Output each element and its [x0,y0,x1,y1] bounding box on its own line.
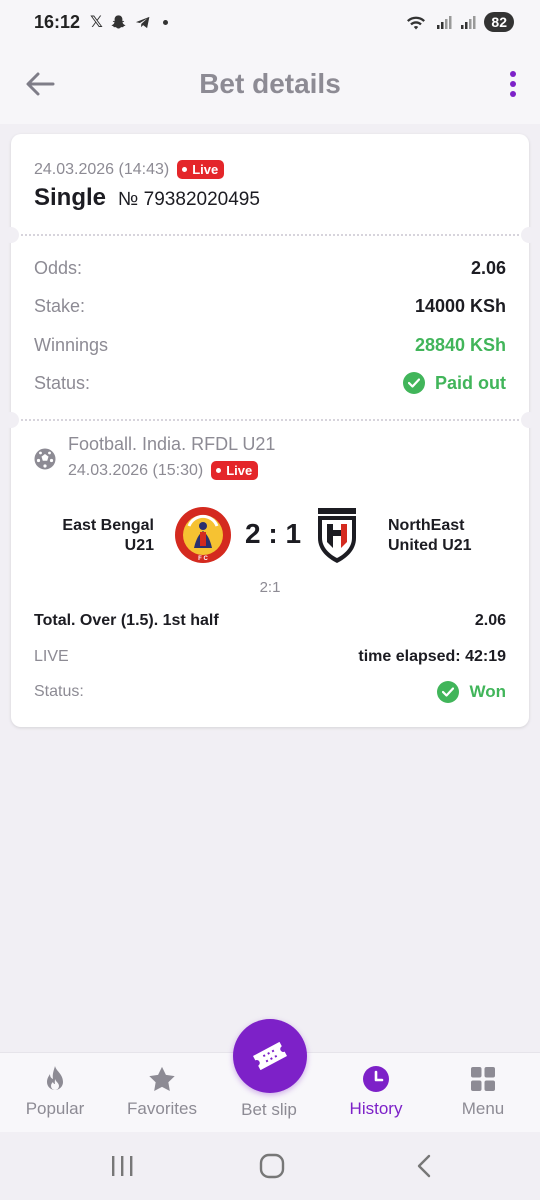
stake-value: 14000 KSh [414,296,506,316]
divider [21,234,519,236]
event-datetime: 24.03.2026 (15:30) [68,461,204,479]
bet-card: 24.03.2026 (14:43) Live Single № 7938202… [3,134,537,727]
signal-1-icon [437,16,452,29]
card-notch [521,227,537,243]
system-back-button[interactable] [404,1150,444,1182]
betslip-button[interactable] [233,1019,307,1093]
odds-value: 2.06 [470,258,506,278]
notification-icons: 𝕏 [90,12,168,32]
page-title: Bet details [199,68,341,99]
status-paid-out: Paid out [403,372,506,394]
event-status-value: Won [469,682,506,701]
nav-menu-label: Menu [461,1099,505,1118]
kebab-dot [510,91,516,97]
halftime-score: 2:1 [259,579,281,596]
ticket-icon [253,1041,287,1071]
card-notch [3,412,19,428]
kebab-dot [510,81,516,87]
match-score: 2 : 1 [244,518,302,549]
event-status-label: Status: [34,683,84,700]
northeast-united-logo-icon [318,508,356,563]
market-odds: 2.06 [474,612,506,629]
bet-number: № 79382020495 [118,189,260,210]
system-navigation-bar [0,1132,540,1200]
winnings-row: Winnings 28840 KSh [34,335,506,356]
nav-menu[interactable]: Menu [433,1065,533,1119]
bet-datetime: 24.03.2026 (14:43) [34,160,170,178]
nav-betslip-label[interactable]: Bet slip [219,1100,319,1120]
home-icon [259,1153,285,1179]
nav-favorites[interactable]: Favorites [112,1065,212,1119]
stake-row: Stake: 14000 KSh [34,296,506,317]
svg-text:F C: F C [198,556,208,562]
check-circle-icon [403,372,425,394]
app-header: Bet details [0,44,540,124]
event-date: 24.03.2026 (15:30) Live [68,461,275,480]
event-header: Football. India. RFDL U21 24.03.2026 (15… [34,434,275,480]
snapchat-icon [111,14,126,29]
status-right: 82 [404,12,514,32]
odds-label: Odds: [34,258,83,278]
stake-label: Stake: [34,296,86,316]
card-notch [3,227,19,243]
more-notifications-dot [162,19,168,25]
status-time: 16:12 [34,11,81,32]
divider [21,419,519,421]
more-options-button[interactable] [506,68,520,100]
nav-history[interactable]: History [326,1065,426,1119]
event-info: Football. India. RFDL U21 24.03.2026 (15… [68,434,275,480]
status-value: Paid out [435,372,506,393]
card-notch [521,412,537,428]
status-bar: 16:12 𝕏 82 [0,0,540,44]
event-status-row: Status: Won [34,681,506,703]
live-dot-icon [216,468,222,473]
odds-row: Odds: 2.06 [34,258,506,279]
signal-2-icon [461,16,476,29]
market-row: Total. Over (1.5). 1st half 2.06 [34,612,506,630]
time-row: LIVE time elapsed: 42:19 [34,648,506,666]
event-league: Football. India. RFDL U21 [68,434,276,454]
soccer-ball-icon [34,448,56,470]
east-bengal-logo-icon: F C [175,507,231,563]
winnings-value: 28840 KSh [414,335,506,355]
live-badge: Live [211,461,259,480]
check-circle-icon [437,681,460,703]
status-row: Status: Paid out [34,372,506,394]
grid-menu-icon [469,1065,497,1093]
nav-history-label: History [349,1099,403,1118]
match-teams: East Bengal U21 F C 2 : 1 NorthEast Unit… [11,504,529,566]
bet-date: 24.03.2026 (14:43) Live [34,160,225,179]
flame-icon [41,1065,69,1093]
chevron-left-icon [417,1154,431,1178]
telegram-icon [135,16,150,28]
nav-favorites-label: Favorites [127,1099,197,1118]
bet-type: Single [34,184,107,211]
clock-icon [362,1065,390,1093]
event-status-won: Won [437,681,506,703]
x-app-icon: 𝕏 [90,14,103,31]
home-button[interactable] [252,1150,292,1182]
arrow-left-icon [26,72,55,96]
battery-level: 82 [484,12,514,32]
away-team-name: NorthEast United U21 [388,517,472,554]
wifi-icon [407,16,426,30]
status-label: Status: [34,372,91,393]
nav-popular[interactable]: Popular [5,1065,105,1119]
home-team-name: East Bengal U21 [62,517,154,554]
recent-apps-icon [112,1156,133,1176]
live-dot-icon [182,167,188,172]
kebab-dot [510,71,516,77]
live-badge: Live [177,160,225,179]
match-state: LIVE [34,648,69,665]
bet-type-row: Single № 79382020495 [34,184,260,212]
recent-apps-button[interactable] [102,1150,142,1182]
winnings-label: Winnings [34,335,109,355]
back-button[interactable] [22,66,58,102]
star-icon [148,1065,176,1093]
time-elapsed: time elapsed: 42:19 [358,648,506,665]
nav-popular-label: Popular [25,1099,85,1118]
market-name: Total. Over (1.5). 1st half [34,612,219,629]
